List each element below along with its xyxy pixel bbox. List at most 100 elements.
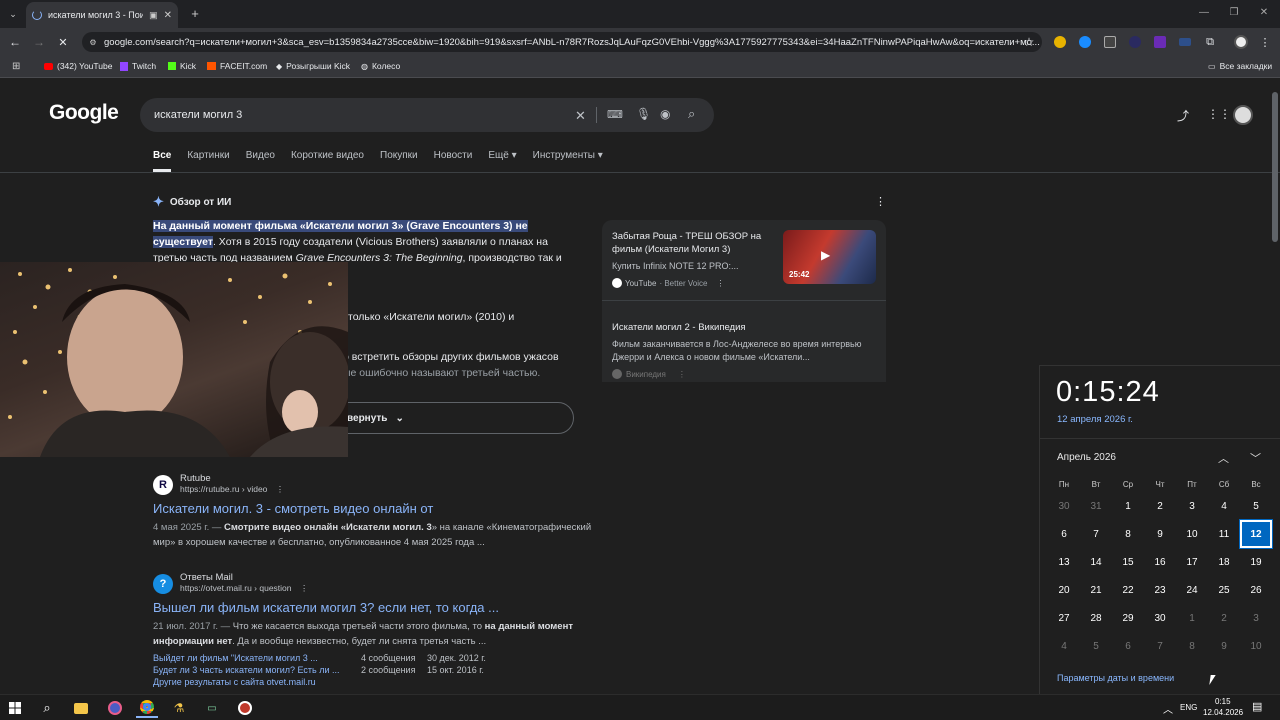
tab-shopping[interactable]: Покупки xyxy=(380,150,418,172)
close-tab-icon[interactable]: ✕ xyxy=(164,10,172,21)
google-apps-icon[interactable]: ⋮⋮ xyxy=(1207,107,1231,121)
close-window-icon[interactable]: ✕ xyxy=(1256,4,1272,20)
calendar-day[interactable]: 29 xyxy=(1112,604,1144,632)
calendar-day[interactable]: 11 xyxy=(1208,520,1240,548)
account-avatar[interactable] xyxy=(1233,105,1253,125)
share-icon[interactable]: ⤴ xyxy=(1177,107,1189,124)
bookmark-item[interactable]: ◆ Розыгрыши Kick xyxy=(276,61,350,71)
tab-shorts[interactable]: Короткие видео xyxy=(291,150,364,172)
notification-icon[interactable]: ▤ xyxy=(1252,700,1262,713)
chevron-down-icon[interactable]: ﹀ xyxy=(1250,450,1261,466)
all-bookmarks[interactable]: ▭ Все закладки xyxy=(1208,61,1272,71)
chevron-up-icon[interactable]: ︿ xyxy=(1163,701,1173,716)
search-icon[interactable]: ⌕ xyxy=(688,106,695,122)
calendar-day[interactable]: 4 xyxy=(1208,492,1240,520)
new-tab-button[interactable]: + xyxy=(188,6,202,21)
calendar-day[interactable]: 18 xyxy=(1208,548,1240,576)
taskbar-date[interactable]: 12.04.2026 xyxy=(1203,708,1243,717)
start-button[interactable] xyxy=(4,698,26,718)
result-site[interactable]: Rutube xyxy=(180,473,593,484)
sub-result[interactable]: Выйдет ли фильм "Искатели могил 3 ... 4 … xyxy=(153,653,593,663)
bookmark-item[interactable]: Kick xyxy=(168,61,196,71)
language-indicator[interactable]: ENG xyxy=(1180,703,1197,712)
calendar-day[interactable]: 24 xyxy=(1176,576,1208,604)
result-site[interactable]: Ответы Mail xyxy=(180,572,593,583)
bookmark-item[interactable]: FACEIT.com xyxy=(207,61,267,71)
result-title[interactable]: Искатели могил. 3 - смотреть видео онлай… xyxy=(153,501,593,516)
calendar-day[interactable]: 30 xyxy=(1048,492,1080,520)
forward-icon[interactable]: → xyxy=(32,35,46,49)
search-icon[interactable]: ⌕ xyxy=(36,698,58,718)
calendar-day[interactable]: 13 xyxy=(1048,548,1080,576)
more-options-icon[interactable]: ⋮ xyxy=(300,583,309,593)
calendar-day[interactable]: 4 xyxy=(1048,632,1080,660)
calendar-day[interactable]: 1 xyxy=(1112,492,1144,520)
browser-tab[interactable]: искатели могил 3 - Поиск ▣ ✕ xyxy=(26,2,178,28)
calendar-day[interactable]: 5 xyxy=(1240,492,1272,520)
app-icon[interactable] xyxy=(104,698,126,718)
calendar-day[interactable]: 6 xyxy=(1112,632,1144,660)
calendar-day[interactable]: 5 xyxy=(1080,632,1112,660)
sub-result-link[interactable]: Будет ли 3 часть искатели могил? Есть ли… xyxy=(153,665,361,675)
extension-icon[interactable] xyxy=(1054,36,1066,48)
calendar-day[interactable]: 27 xyxy=(1048,604,1080,632)
sub-result-link[interactable]: Выйдет ли фильм "Искатели могил 3 ... xyxy=(153,653,361,663)
taskbar-time[interactable]: 0:15 xyxy=(1215,697,1231,706)
mic-icon[interactable]: 🎙 xyxy=(636,107,651,121)
keyboard-icon[interactable]: ⌨ xyxy=(607,108,623,121)
sub-result[interactable]: Будет ли 3 часть искатели могил? Есть ли… xyxy=(153,665,593,675)
chrome-icon[interactable] xyxy=(136,698,158,718)
google-logo[interactable]: Google xyxy=(49,101,119,125)
result-title[interactable]: Вышел ли фильм искатели могил 3? если не… xyxy=(153,600,593,615)
calendar-day[interactable]: 25 xyxy=(1208,576,1240,604)
stop-icon[interactable]: ✕ xyxy=(56,35,70,49)
bookmark-item[interactable]: (342) YouTube xyxy=(44,61,112,71)
profile-avatar[interactable] xyxy=(1234,35,1248,49)
more-options-icon[interactable]: ⋮ xyxy=(276,484,285,494)
calendar-day[interactable]: 21 xyxy=(1080,576,1112,604)
lens-icon[interactable]: ◉ xyxy=(660,107,670,121)
calendar-day[interactable]: 2 xyxy=(1144,492,1176,520)
more-options-icon[interactable]: ⋮ xyxy=(875,195,886,208)
result-url[interactable]: https://rutube.ru › video ⋮ xyxy=(180,484,593,495)
tab-search-button[interactable]: ⌄ xyxy=(6,7,20,21)
app-icon[interactable]: ⚗ xyxy=(168,698,190,718)
restore-icon[interactable]: ❐ xyxy=(1226,4,1242,20)
mute-icon[interactable]: ▣ xyxy=(149,10,158,21)
extension-icon[interactable] xyxy=(1104,36,1116,48)
tab-images[interactable]: Картинки xyxy=(187,150,229,172)
site-info-icon[interactable]: ⚙ xyxy=(88,37,98,47)
tab-more[interactable]: Ещё ▾ xyxy=(488,150,516,172)
file-explorer-icon[interactable] xyxy=(70,698,92,718)
source-card-wikipedia[interactable]: Искатели могил 2 - Википедия Фильм закан… xyxy=(602,300,886,382)
calendar-day[interactable]: 23 xyxy=(1144,576,1176,604)
tab-news[interactable]: Новости xyxy=(434,150,473,172)
calendar-day[interactable]: 9 xyxy=(1208,632,1240,660)
terminal-icon[interactable]: ▭ xyxy=(201,698,223,718)
source-card-youtube[interactable]: Забытая Роща - ТРЕШ ОБЗОР на фильм (Иска… xyxy=(602,220,886,300)
bookmark-item[interactable]: ◍ Колесо xyxy=(361,61,400,71)
calendar-day[interactable]: 3 xyxy=(1240,604,1272,632)
calendar-day[interactable]: 7 xyxy=(1144,632,1176,660)
calendar-day[interactable]: 19 xyxy=(1240,548,1272,576)
calendar-day-today[interactable]: 12 xyxy=(1239,519,1273,549)
calendar-day[interactable]: 6 xyxy=(1048,520,1080,548)
back-icon[interactable]: ← xyxy=(8,35,22,49)
extension-icon[interactable] xyxy=(1129,36,1141,48)
video-thumbnail[interactable]: ▶ 25:42 xyxy=(783,230,876,284)
calendar-day[interactable]: 20 xyxy=(1048,576,1080,604)
extension-icon[interactable] xyxy=(1154,36,1166,48)
calendar-day[interactable]: 16 xyxy=(1144,548,1176,576)
calendar-day[interactable]: 15 xyxy=(1112,548,1144,576)
result-url[interactable]: https://otvet.mail.ru › question ⋮ xyxy=(180,583,593,594)
calendar-day[interactable]: 2 xyxy=(1208,604,1240,632)
extension-icon[interactable] xyxy=(1179,38,1191,46)
calendar-day[interactable]: 9 xyxy=(1144,520,1176,548)
calendar-day[interactable]: 10 xyxy=(1176,520,1208,548)
calendar-day[interactable]: 10 xyxy=(1240,632,1272,660)
address-bar[interactable]: ⚙ google.com/search?q=искатели+могил+3&s… xyxy=(82,32,1042,52)
calendar-day[interactable]: 3 xyxy=(1176,492,1208,520)
extension-icon[interactable] xyxy=(1079,36,1091,48)
calendar-day[interactable]: 28 xyxy=(1080,604,1112,632)
calendar-month[interactable]: Апрель 2026 xyxy=(1057,452,1116,463)
